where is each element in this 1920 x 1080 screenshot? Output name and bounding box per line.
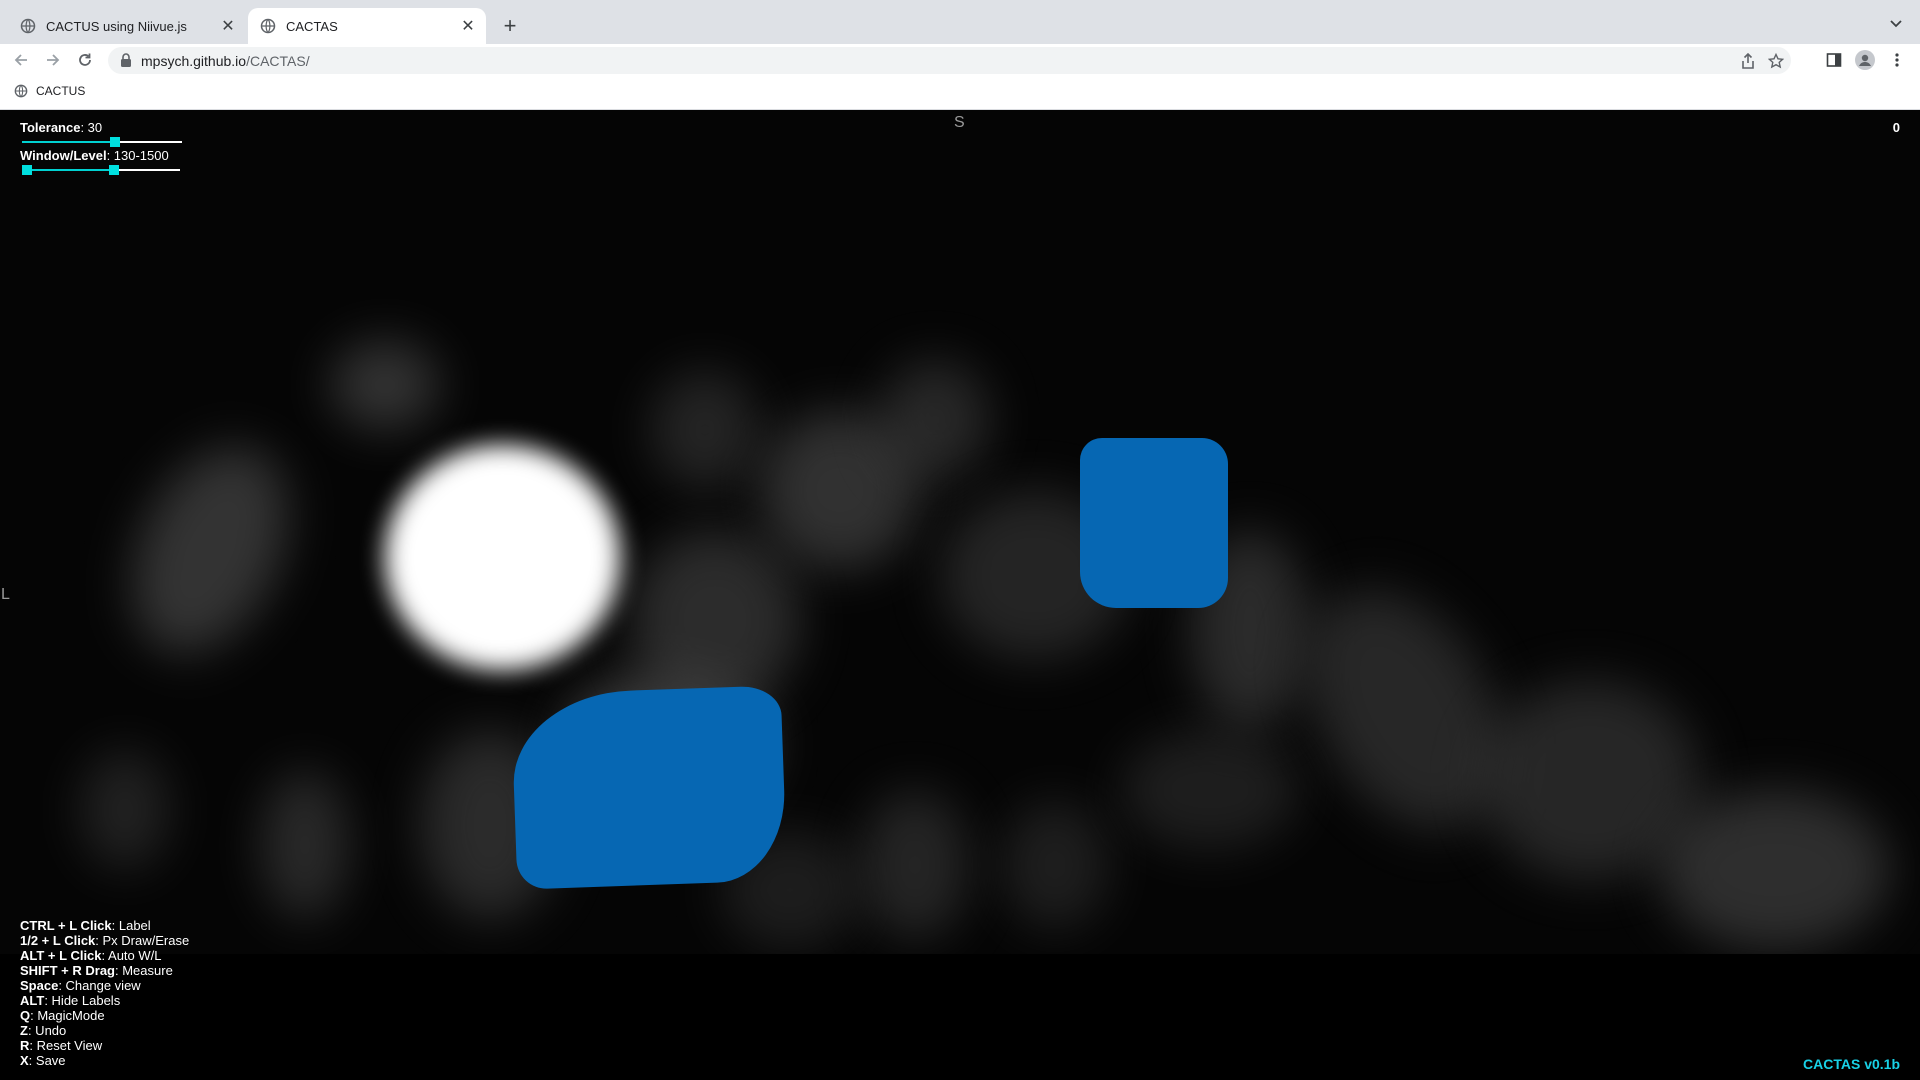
shortcut-item: X: Save	[20, 1053, 189, 1068]
window-level-label-key: Window/Level	[20, 148, 107, 163]
shortcut-item: R: Reset View	[20, 1038, 189, 1053]
window-level-low-thumb[interactable]	[21, 165, 32, 175]
shortcut-desc: : Undo	[27, 1023, 67, 1038]
tolerance-slider[interactable]	[22, 137, 182, 147]
tab-search-chevron-icon[interactable]	[1886, 14, 1906, 34]
side-panel-icon[interactable]	[1823, 49, 1845, 71]
shortcut-item: ALT + L Click: Auto W/L	[20, 948, 189, 963]
tissue-blob	[260, 770, 350, 920]
shortcut-key: R	[20, 1038, 30, 1053]
segmentation-label[interactable]	[510, 685, 788, 890]
lock-icon[interactable]	[120, 53, 132, 67]
shortcut-key: Z	[20, 1023, 28, 1038]
window-level-high-thumb[interactable]	[108, 165, 119, 175]
browser-menu-icon[interactable]	[1886, 49, 1908, 71]
tolerance-value: : 30	[80, 120, 103, 135]
shortcut-key: Q	[20, 1008, 31, 1023]
shortcut-desc: : Measure	[115, 963, 173, 978]
globe-icon	[20, 18, 36, 34]
shortcut-desc: : Save	[28, 1053, 66, 1068]
shortcut-item: 1/2 + L Click: Px Draw/Erase	[20, 933, 189, 948]
keyboard-shortcuts-help: CTRL + L Click: Label 1/2 + L Click: Px D…	[20, 918, 189, 1068]
shortcut-key: CTRL + L Click	[20, 918, 112, 933]
shortcut-desc: : Reset View	[29, 1038, 103, 1053]
window-level-value: : 130-1500	[106, 148, 169, 163]
new-tab-button[interactable]: +	[498, 13, 522, 38]
calcification-bright-spot	[385, 445, 620, 670]
tolerance-slider-fill	[22, 141, 115, 143]
shortcut-desc: : Auto W/L	[101, 948, 162, 963]
app-version: CACTAS v0.1b	[1803, 1056, 1900, 1072]
window-level-slider-fill	[26, 169, 114, 171]
tissue-blob	[650, 370, 760, 490]
url-path: /CACTAS/	[246, 53, 310, 69]
shortcut-item: CTRL + L Click: Label	[20, 918, 189, 933]
tolerance-label-key: Tolerance	[20, 120, 81, 135]
shortcut-desc: : Px Draw/Erase	[95, 933, 190, 948]
share-icon[interactable]	[1739, 52, 1757, 70]
tissue-blob	[1000, 800, 1110, 930]
shortcut-key: 1/2 + L Click	[20, 933, 96, 948]
back-arrow-icon[interactable]	[10, 49, 32, 71]
close-tab-icon[interactable]: ✕	[220, 18, 236, 35]
tolerance-slider-thumb[interactable]	[109, 137, 120, 147]
tissue-blob	[880, 360, 990, 480]
shortcut-item: Z: Undo	[20, 1023, 189, 1038]
forward-arrow-icon[interactable]	[42, 49, 64, 71]
bookmark-cactus[interactable]: CACTUS	[14, 84, 85, 98]
tolerance-label: Tolerance: 30	[20, 120, 102, 135]
globe-icon	[260, 18, 276, 34]
shortcut-desc: : Label	[111, 918, 151, 933]
label-count: 0	[1892, 120, 1900, 135]
url-text: mpsych.github.io/CACTAS/	[141, 53, 310, 69]
close-tab-icon[interactable]: ✕	[460, 18, 476, 35]
browser-tab-cactas[interactable]: CACTAS ✕	[248, 8, 486, 44]
tissue-blob	[860, 790, 970, 940]
shortcut-desc: : MagicMode	[30, 1008, 105, 1023]
tissue-blob	[330, 340, 440, 430]
browser-tab-strip: CACTUS using Niivue.js ✕ CACTAS ✕ +	[0, 0, 1920, 44]
tab-title: CACTAS	[286, 18, 338, 34]
window-level-label: Window/Level: 130-1500	[20, 148, 169, 163]
browser-toolbar: mpsych.github.io/CACTAS/	[0, 44, 1920, 75]
shortcut-item: ALT: Hide Labels	[20, 993, 189, 1008]
shortcut-key: ALT	[20, 993, 45, 1008]
ct-slice-image[interactable]	[0, 110, 1920, 954]
tissue-blob	[1120, 730, 1300, 850]
shortcut-key: X	[20, 1053, 29, 1068]
browser-tab-cactus[interactable]: CACTUS using Niivue.js ✕	[8, 8, 246, 44]
orientation-superior-label: S	[954, 114, 965, 131]
shortcut-key: ALT + L Click	[20, 948, 102, 963]
url-host: mpsych.github.io	[141, 53, 247, 69]
address-bar[interactable]: mpsych.github.io/CACTAS/	[108, 47, 1791, 74]
orientation-left-label: L	[1, 586, 10, 603]
tissue-blob	[1660, 790, 1890, 950]
segmentation-label[interactable]	[1080, 438, 1228, 608]
shortcut-key: SHIFT + R Drag	[20, 963, 115, 978]
bookmark-label: CACTUS	[36, 84, 86, 98]
bookmark-star-icon[interactable]	[1767, 52, 1785, 70]
shortcut-key: Space	[20, 978, 59, 993]
tissue-blob	[100, 420, 320, 680]
globe-icon	[14, 84, 28, 98]
tissue-blob	[630, 530, 800, 710]
shortcut-item: Q: MagicMode	[20, 1008, 189, 1023]
bookmarks-bar: CACTUS	[0, 75, 1920, 110]
shortcut-desc: : Hide Labels	[44, 993, 121, 1008]
reload-icon[interactable]	[74, 49, 96, 71]
profile-avatar-icon[interactable]	[1854, 49, 1876, 71]
niivue-canvas[interactable]: S L Tolerance: 30 Window/Level: 130-1500…	[0, 110, 1920, 1080]
shortcut-item: SHIFT + R Drag: Measure	[20, 963, 189, 978]
window-level-slider[interactable]	[21, 165, 180, 175]
shortcut-desc: : Change view	[58, 978, 141, 993]
tissue-blob	[80, 750, 170, 870]
shortcut-item: Space: Change view	[20, 978, 189, 993]
tab-title: CACTUS using Niivue.js	[46, 18, 187, 34]
